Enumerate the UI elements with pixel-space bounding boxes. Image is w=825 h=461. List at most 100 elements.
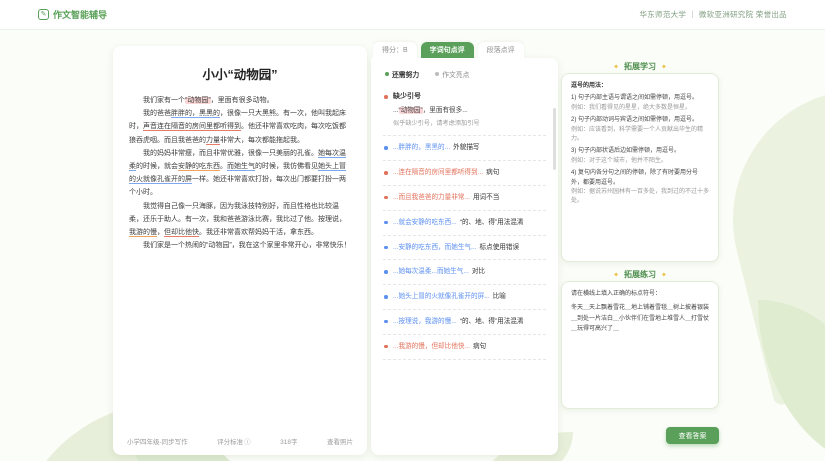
- comment-item[interactable]: ...而且我爸爸的力量非常...用词不当: [383, 186, 546, 211]
- learning-title: 拓展学习: [624, 61, 656, 72]
- rule-example: 例如：据说苏州园林有一百多处，我到过的不过十多处。: [571, 188, 709, 207]
- annotated-text[interactable]: 力量: [206, 137, 220, 145]
- review-filter[interactable]: 作文亮点: [435, 69, 469, 79]
- star-icon: ✦: [613, 271, 619, 279]
- practice-card: 请在横线上填入正确的标点符号： 冬天＿天上飘着雪花＿地上铺着雪毯＿树上披着银装＿…: [561, 281, 719, 409]
- review-tab[interactable]: 段落点评: [478, 42, 524, 58]
- bullet-icon: [384, 221, 388, 225]
- annotated-text[interactable]: “动物园”: [399, 107, 423, 114]
- review-tabs: 得分：B字词句点评段落点评: [373, 42, 524, 58]
- brand: ✎ 作文智能辅导: [38, 8, 107, 21]
- comment-snippet: ...她头上冒的火就像孔雀开的屏...: [393, 293, 490, 300]
- comment-item[interactable]: 缺少引号 ...“动物园”，里面有很多...似乎缺少引号，请考虑添加引号: [383, 85, 546, 136]
- filter-label: 作文亮点: [442, 69, 469, 79]
- annotated-text[interactable]: “动物园”: [185, 97, 211, 104]
- essay-footer: 小学四年级-同步写作 评分标准ⓘ 318字 查看照片: [127, 436, 353, 446]
- comment-item[interactable]: ...胖胖的，黑黑的...外貌描写: [383, 136, 546, 161]
- scrollbar-thumb[interactable]: [553, 108, 556, 170]
- dot-icon: [385, 72, 389, 76]
- comment-item[interactable]: ...我游的慢，但却比他快...病句: [383, 335, 546, 360]
- review-filter[interactable]: 还需努力: [385, 69, 419, 79]
- pencil-icon: ✎: [38, 9, 49, 20]
- comment-snippet: ...安静的吃东西，而她生气...: [393, 244, 477, 251]
- comment-label: “的、地、得”用法混淆: [460, 318, 524, 325]
- rule-item: 4) 复句内各分句之间的停顿，除了有时要用分号外，都要用逗号。例如：据说苏州园林…: [571, 169, 709, 207]
- review-card: 还需努力 作文亮点 缺少引号 ...“动物园”，里面有很多...似乎缺少引号，请考虑…: [371, 58, 558, 455]
- comment-detail: ...“动物园”，里面有很多...似乎缺少引号，请考虑添加引号: [393, 106, 544, 129]
- review-tab[interactable]: 得分：B: [373, 42, 417, 58]
- practice-title: 拓展练习: [624, 269, 656, 280]
- rubric-link[interactable]: 评分标准ⓘ: [217, 436, 251, 446]
- comment-label: 对比: [472, 268, 485, 275]
- annotated-text[interactable]: 而她生气: [227, 163, 255, 171]
- scrollbar[interactable]: [553, 98, 556, 428]
- comment-label: 病句: [486, 169, 499, 176]
- top-bar: ✎ 作文智能辅导 华东师范大学 ｜ 微软亚洲研究院 荣誉出品: [0, 0, 825, 30]
- plain-text: ，里面有很多动物。: [211, 97, 274, 104]
- filter-label: 还需努力: [392, 69, 419, 79]
- plain-text: 我的爸爸: [143, 110, 171, 117]
- plain-text: 非常大，每次都能拖起我。: [220, 137, 304, 144]
- comment-item[interactable]: ...安静的吃东西，而她生气...标点使用错误: [383, 236, 546, 261]
- rule-item: 1) 句子内部主语与谓语之间如需停顿，用逗号。例如：我们看得见的星星，绝大多数是…: [571, 94, 709, 113]
- essay-paragraph: 我的妈妈非常瘦，而且非常优雅，很像一只美丽的孔雀。她每次温柔的时候，就会安静的吃…: [129, 147, 351, 200]
- comment-item[interactable]: ...她每次温柔...而她生气...对比: [383, 260, 546, 285]
- comment-snippet: ...按理说，我游的慢...: [393, 318, 457, 325]
- word-count: 318字: [280, 436, 297, 446]
- bullet-icon: [384, 320, 388, 324]
- comment-item[interactable]: ...按理说，我游的慢...“的、地、得”用法混淆: [383, 310, 546, 335]
- comment-item[interactable]: ...她头上冒的火就像孔雀开的屏...比喻: [383, 285, 546, 310]
- learning-card: 逗号的用法： 1) 句子内部主语与谓语之间如需停顿，用逗号。例如：我们看得见的星…: [561, 73, 719, 262]
- rule-example: 例如：应该看到，科学需要一个人贡献出毕生的精力。: [571, 126, 709, 145]
- essay-paragraph: 我们家有一个“动物园”，里面有很多动物。: [129, 94, 351, 107]
- plain-text: 我觉得自己像一只海豚，因为我泳技特别好，而且性格也比较温柔，还乐于助人。有一次，…: [129, 203, 346, 223]
- comment-label: 缺少引号: [393, 93, 421, 100]
- practice-header: ✦ 拓展练习 ✦: [561, 269, 719, 280]
- view-photo-link[interactable]: 查看照片: [327, 436, 353, 446]
- plain-text: 我们家是一个热闹的“动物园”，我在这个家里非常开心，非常快乐！: [143, 242, 351, 249]
- comment-snippet: ...而且我爸爸的力量非常...: [393, 194, 470, 201]
- bullet-icon: [384, 246, 388, 250]
- plain-text: 。: [220, 163, 227, 170]
- rubric-label: 评分标准: [217, 439, 243, 446]
- annotated-text[interactable]: 胖胖的，黑黑的: [171, 110, 220, 118]
- bullet-icon: [384, 95, 388, 99]
- brand-title: 作文智能辅导: [53, 8, 107, 21]
- bullet-icon: [384, 345, 388, 349]
- comment-label: “的、地、得”用法混淆: [460, 219, 524, 226]
- rule-text: 3) 句子内部状语后边如需停顿，用逗号。: [571, 147, 709, 156]
- star-icon: ✦: [661, 63, 667, 71]
- essay-paragraph: 我觉得自己像一只海豚，因为我泳技特别好，而且性格也比较温柔，还乐于助人。有一次，…: [129, 200, 351, 240]
- rule-item: 3) 句子内部状语后边如需停顿，用逗号。例如：对于这个城市，他并不陌生。: [571, 147, 709, 166]
- rule-intro: 逗号的用法：: [571, 82, 709, 91]
- star-icon: ✦: [613, 63, 619, 71]
- rule-list: 1) 句子内部主语与谓语之间如需停顿，用逗号。例如：我们看得见的星星，绝大多数是…: [571, 94, 709, 206]
- review-filters: 还需努力 作文亮点: [385, 69, 546, 79]
- essay-paragraph: 我们家是一个热闹的“动物园”，我在这个家里非常开心，非常快乐！: [129, 239, 351, 252]
- rule-example: 例如：对于这个城市，他并不陌生。: [571, 157, 709, 166]
- grade-label: 小学四年级-同步写作: [127, 436, 188, 446]
- credits: 华东师范大学 ｜ 微软亚洲研究院 荣誉出品: [639, 9, 787, 20]
- plain-text: 。我还非常喜欢帮妈妈干活，拿东西。: [199, 229, 318, 236]
- comment-snippet: ...连在隔音的房间里都听得到...: [393, 169, 483, 176]
- annotated-text[interactable]: 安静的吃东西: [178, 163, 220, 171]
- rule-example: 例如：我们看得见的星星，绝大多数是恒星。: [571, 104, 709, 113]
- annotated-text[interactable]: 但却比他快: [164, 229, 199, 237]
- leaf-decoration: [758, 300, 825, 461]
- plain-text: 的时候，我仿佛看见: [255, 163, 318, 170]
- comment-item[interactable]: ...连在隔音的房间里都听得到...病句: [383, 161, 546, 186]
- bullet-icon: [384, 270, 388, 274]
- essay-paragraphs: 我们家有一个“动物园”，里面有很多动物。我的爸爸胖胖的，黑黑的，很像一只大黑熊。…: [129, 94, 351, 252]
- annotated-text[interactable]: 声音连在隔音的房间里都听得到: [143, 123, 241, 131]
- annotated-text[interactable]: 我游的慢: [129, 229, 157, 237]
- dot-icon: [435, 72, 439, 76]
- comment-item[interactable]: ...就会安静的吃东西...“的、地、得”用法混淆: [383, 211, 546, 236]
- rule-text: 1) 句子内部主语与谓语之间如需停顿，用逗号。: [571, 94, 709, 103]
- plain-text: 我们家有一个: [143, 97, 185, 104]
- comment-label: 用词不当: [473, 194, 499, 201]
- comment-label: 比喻: [493, 293, 506, 300]
- view-answer-button[interactable]: 查看答案: [666, 427, 719, 444]
- app: ✎ 作文智能辅导 华东师范大学 ｜ 微软亚洲研究院 荣誉出品 小小“动物园” 我…: [0, 0, 825, 461]
- review-tab[interactable]: 字词句点评: [421, 42, 474, 58]
- bullet-icon: [384, 196, 388, 200]
